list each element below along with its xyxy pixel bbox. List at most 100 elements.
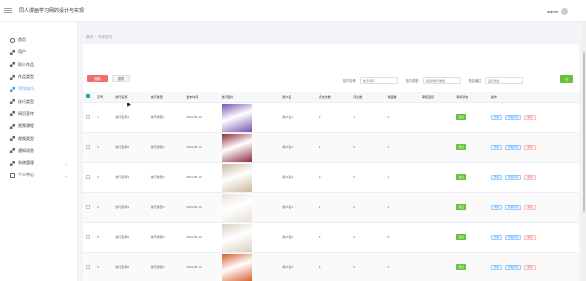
row-actions: 查看 查看评论 删除 [490,204,579,210]
breadcrumb-home[interactable]: 首页 [86,35,93,39]
row-delete-button[interactable]: 删除 [524,114,536,120]
table-cell: 技巧类型6 [147,252,184,281]
row-delete-button[interactable]: 删除 [524,204,536,210]
view-comments-button[interactable]: 查看评论 [505,234,522,240]
favorite-count: 6 [387,265,390,269]
sidebar-item-label: 系统管理 [18,160,34,166]
table-row[interactable]: 6 技巧名称6 技巧类型6 2024-05-14 用户名6 6 0 6 通过 查看 查看评论 删除 [83,252,579,281]
scrollbar-thumb[interactable] [582,52,586,212]
user-name: 用户名3 [282,175,294,179]
table-row[interactable]: 3 技巧名称3 技巧类型3 2024-05-14 用户名3 3 0 1 通过 查看 查看评论 删除 [83,162,579,193]
table-cell: 通过 [453,252,488,281]
column-header: 发布时间 [183,92,219,103]
view-comments-button[interactable]: 查看评论 [505,204,522,210]
row-delete-button[interactable]: 删除 [524,144,536,150]
technique-name: 技巧名称5 [115,235,130,239]
view-comments-button[interactable]: 查看评论 [505,114,522,120]
avatar[interactable] [561,8,568,15]
table-cell[interactable] [83,132,95,163]
page-scrollbar[interactable] [582,22,586,281]
sidebar-item[interactable]: 个人中心 ⌄ [0,169,77,181]
technique-type: 技巧类型1 [150,115,165,119]
table-cell[interactable] [83,252,95,281]
user-name[interactable]: admin [547,9,558,14]
search-button[interactable]: ⚲ [560,75,573,83]
sidebar-item[interactable]: 首页 [0,34,77,46]
breadcrumb-current: 写作技巧 [97,35,112,39]
row-checkbox[interactable] [86,234,90,239]
table-row[interactable]: 5 技巧名称5 技巧类型5 2024-05-14 用户名5 5 0 5 通过 查看 查看评论 删除 [83,222,579,253]
table-cell: 技巧类型5 [147,222,184,253]
row-checkbox[interactable] [86,264,90,269]
table-cell: 查看 查看评论 删除 [487,162,579,193]
sidebar-item[interactable]: 用户 [0,46,77,58]
view-button[interactable]: 查看 [490,144,502,150]
row-checkbox[interactable] [86,144,90,149]
table-header-row: 序号 技巧名称 技巧类型 发布时间 技巧图片 用户名 点击次数 评论数 收藏数 审核回复 审核状态操… [83,92,579,103]
sidebar-item[interactable]: 视频课程 [0,120,77,132]
table-cell: 2024-05-14 [183,252,219,281]
view-button[interactable]: 查看 [490,264,502,270]
table-cell: 4 [94,192,113,223]
sidebar-item[interactable]: 系统管理 ⌄ [0,157,77,169]
user-icon [10,172,15,178]
comment-count: 0 [353,205,355,209]
table-row[interactable]: 4 技巧名称4 技巧类型4 2024-05-14 用户名4 4 0 4 通过 查看 查看评论 删除 [83,192,579,223]
row-delete-button[interactable]: 删除 [524,264,536,270]
sidebar-item[interactable]: 写作技巧 [0,83,77,95]
table-cell: 1 [384,162,419,193]
row-checkbox[interactable] [86,114,90,119]
technique-type: 技巧类型5 [150,235,165,239]
sidebar-item[interactable]: 视频类型 [0,132,77,144]
table-cell: 技巧类型4 [147,192,184,223]
user-name: 用户名6 [282,265,294,269]
technique-name: 技巧名称6 [115,265,130,269]
table-cell: 2024-05-14 [183,162,219,193]
type-filter-select[interactable] [422,77,461,84]
row-delete-button[interactable]: 删除 [524,174,536,180]
sidebar-item[interactable]: 通知消息 [0,145,77,157]
technique-type: 技巧类型6 [150,265,165,269]
table-cell: 2024-05-14 [183,132,219,163]
column-header: 评论数 [350,92,385,103]
table-cell[interactable] [83,102,95,133]
table-cell: 5 [384,222,419,253]
delete-button[interactable]: 删除 [87,75,108,82]
table-cell[interactable] [83,192,95,223]
view-comments-button[interactable]: 查看评论 [505,264,522,270]
sidebar-item[interactable]: 作品类型 [0,71,77,83]
select-all-checkbox[interactable] [86,94,90,99]
name-filter-input[interactable] [359,77,398,84]
favorite-count: 2 [387,145,390,149]
row-checkbox[interactable] [86,204,90,209]
view-button[interactable]: 查看 [490,234,502,240]
table-row[interactable]: 1 技巧名称1 技巧类型1 2024-05-14 用户名1 3 1 2 通过 查看 查看评论 删除 [83,102,579,133]
report-button[interactable]: 报表 [112,75,130,82]
row-index: 4 [97,205,99,209]
technique-type: 技巧类型4 [150,205,165,209]
table-cell[interactable] [83,162,95,193]
view-button[interactable]: 查看 [490,114,502,120]
row-delete-button[interactable]: 删除 [524,234,536,240]
table-row[interactable]: 2 技巧名称2 技巧类型2 2024-05-14 用户名2 2 0 2 通过 查看 查看评论 删除 [83,132,579,163]
table-cell: 3 [315,102,351,133]
review-filter-select[interactable] [485,77,524,84]
sidebar-item-label: 视频课程 [18,123,34,129]
favorite-count: 4 [387,205,390,209]
table-cell: 6 [94,252,113,281]
menu-toggle-icon[interactable] [4,7,12,14]
view-comments-button[interactable]: 查看评论 [505,144,522,150]
view-button[interactable]: 查看 [490,174,502,180]
sidebar-item[interactable]: 同人作品 [0,59,77,71]
table-cell: 技巧名称5 [112,222,148,253]
sidebar-item[interactable]: 技巧类型 [0,95,77,107]
row-checkbox[interactable] [86,174,90,179]
select-all-checkbox-cell[interactable] [83,92,95,103]
sidebar-item[interactable]: 网页宣传 [0,108,77,120]
view-button[interactable]: 查看 [490,204,502,210]
row-index: 3 [97,175,99,179]
table-cell[interactable] [83,222,95,253]
user-menu[interactable]: admin [547,8,568,15]
grid-icon [10,62,15,68]
view-comments-button[interactable]: 查看评论 [505,174,522,180]
